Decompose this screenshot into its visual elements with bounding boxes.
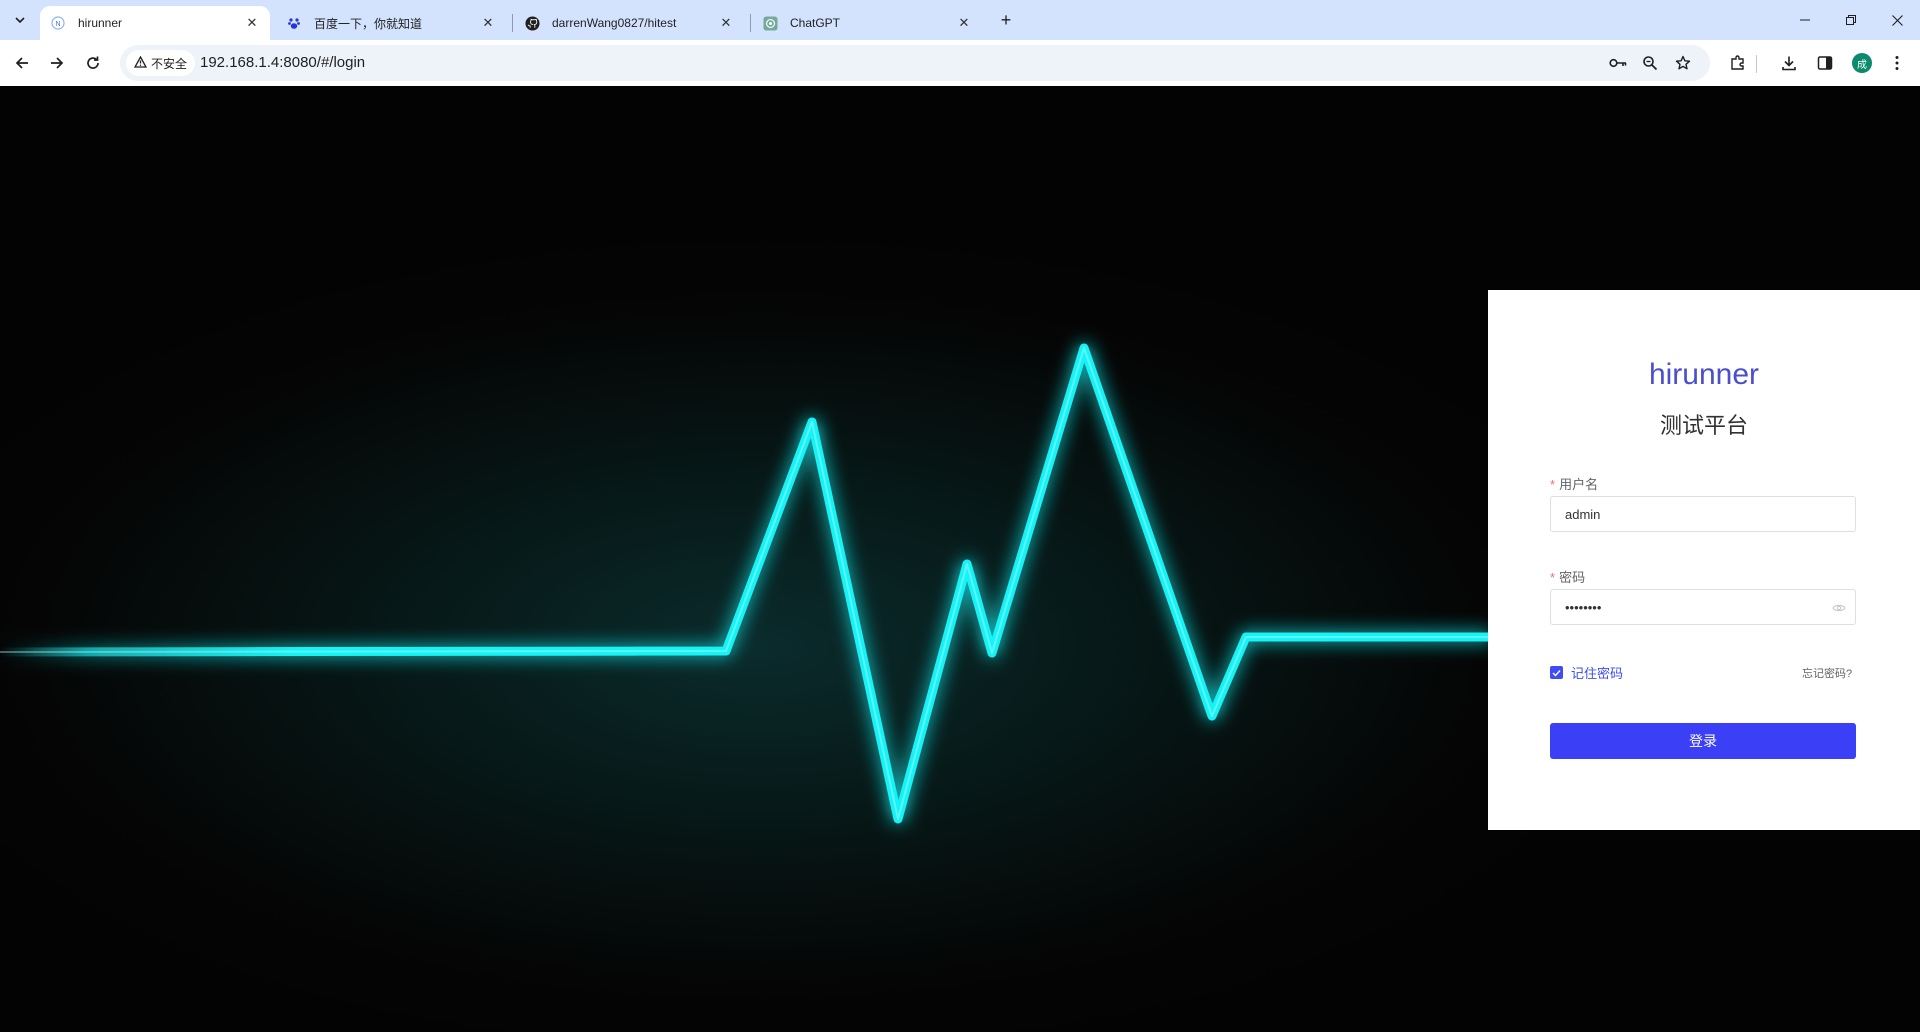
side-panel-icon	[1817, 56, 1833, 70]
close-window-button[interactable]	[1874, 0, 1920, 40]
brand-title: hirunner	[1648, 358, 1760, 391]
login-page: hirunner 测试平台 *用户名 *密码 记住密码 忘记密码? 登录	[0, 86, 1920, 1032]
browser-menu-button[interactable]	[1884, 50, 1910, 76]
required-mark: *	[1550, 477, 1556, 492]
password-key-icon[interactable]	[1606, 51, 1630, 75]
forgot-password-link[interactable]: 忘记密码?	[1802, 665, 1852, 681]
hirunner-favicon-icon: N	[50, 15, 66, 31]
tab-search-button[interactable]	[6, 7, 34, 33]
toolbar-divider	[1756, 55, 1757, 73]
close-tab-icon[interactable]: ✕	[244, 15, 260, 31]
close-icon	[1891, 14, 1903, 26]
puzzle-icon	[1731, 55, 1744, 70]
tab-hirunner[interactable]: N hirunner ✕	[40, 6, 270, 40]
tab-github[interactable]: darrenWang0827/hitest ✕	[514, 6, 744, 40]
security-label: 不安全	[151, 56, 188, 71]
password-label: * 密码	[1550, 570, 1586, 585]
password-field[interactable]	[1550, 589, 1856, 625]
plus-icon: +	[1000, 9, 1012, 30]
reload-button[interactable]	[78, 48, 108, 78]
avatar-initial: 成	[1857, 59, 1867, 71]
login-button[interactable]: 登录	[1550, 723, 1856, 759]
chatgpt-icon	[762, 15, 778, 31]
tab-chatgpt[interactable]: ChatGPT ✕	[752, 6, 982, 40]
browser-toolbar: 不安全 192.168.1.4:8080/#/login 成	[0, 40, 1920, 86]
security-chip[interactable]: 不安全	[126, 50, 196, 76]
remember-password-checkbox[interactable]: 记住密码	[1550, 663, 1623, 682]
restore-icon	[1846, 15, 1856, 25]
username-label: * 用户名	[1550, 477, 1599, 492]
minimize-button[interactable]	[1782, 0, 1828, 40]
restore-button[interactable]	[1828, 0, 1874, 40]
tab-divider	[750, 14, 751, 32]
heartbeat-line	[0, 343, 1493, 824]
reload-icon	[87, 56, 99, 69]
tab-title: darrenWang0827/hitest	[552, 16, 677, 30]
github-icon	[524, 15, 540, 31]
bookmark-star-icon[interactable]	[1671, 51, 1695, 75]
username-input[interactable]	[1551, 497, 1855, 531]
close-tab-icon[interactable]: ✕	[718, 15, 734, 31]
download-icon	[1782, 56, 1796, 71]
password-input[interactable]	[1551, 590, 1855, 624]
remember-password-label[interactable]: 记住密码	[1571, 663, 1623, 682]
required-mark: *	[1550, 570, 1556, 585]
login-card: hirunner 测试平台 *用户名 *密码 记住密码 忘记密码? 登录	[1488, 290, 1920, 830]
downloads-button[interactable]	[1776, 50, 1802, 76]
tab-title: 百度一下，你就知道	[314, 16, 423, 31]
eye-icon[interactable]	[1831, 600, 1847, 616]
close-tab-icon[interactable]: ✕	[956, 15, 972, 31]
svg-text:N: N	[55, 21, 60, 28]
tab-title: ChatGPT	[790, 16, 841, 30]
arrow-left-icon	[15, 57, 28, 69]
address-bar[interactable]: 不安全 192.168.1.4:8080/#/login	[120, 45, 1710, 81]
url-text[interactable]: 192.168.1.4:8080/#/login	[200, 54, 365, 71]
chevron-down-icon	[15, 17, 25, 24]
checkbox-checked-icon[interactable]	[1550, 666, 1563, 679]
new-tab-button[interactable]: +	[992, 8, 1020, 32]
minimize-icon	[1800, 19, 1810, 21]
side-panel-button[interactable]	[1812, 50, 1838, 76]
extensions-button[interactable]	[1725, 50, 1751, 76]
tab-strip: N hirunner ✕ 百度一下，你就知道 ✕ darrenWang0827/…	[0, 0, 1920, 40]
platform-subtitle: 测试平台	[1659, 413, 1748, 438]
username-field[interactable]	[1550, 496, 1856, 532]
back-button[interactable]	[7, 48, 37, 78]
profile-avatar[interactable]: 成	[1852, 53, 1872, 73]
close-tab-icon[interactable]: ✕	[480, 15, 496, 31]
zoom-icon[interactable]	[1638, 51, 1662, 75]
tab-divider	[512, 14, 513, 32]
tab-baidu[interactable]: 百度一下，你就知道 ✕	[276, 6, 506, 40]
forward-button[interactable]	[42, 48, 72, 78]
warning-triangle-icon	[133, 55, 148, 71]
tab-title: hirunner	[78, 16, 123, 30]
arrow-right-icon	[51, 57, 64, 69]
more-vertical-icon	[1895, 56, 1899, 70]
baidu-paw-icon	[286, 15, 302, 31]
